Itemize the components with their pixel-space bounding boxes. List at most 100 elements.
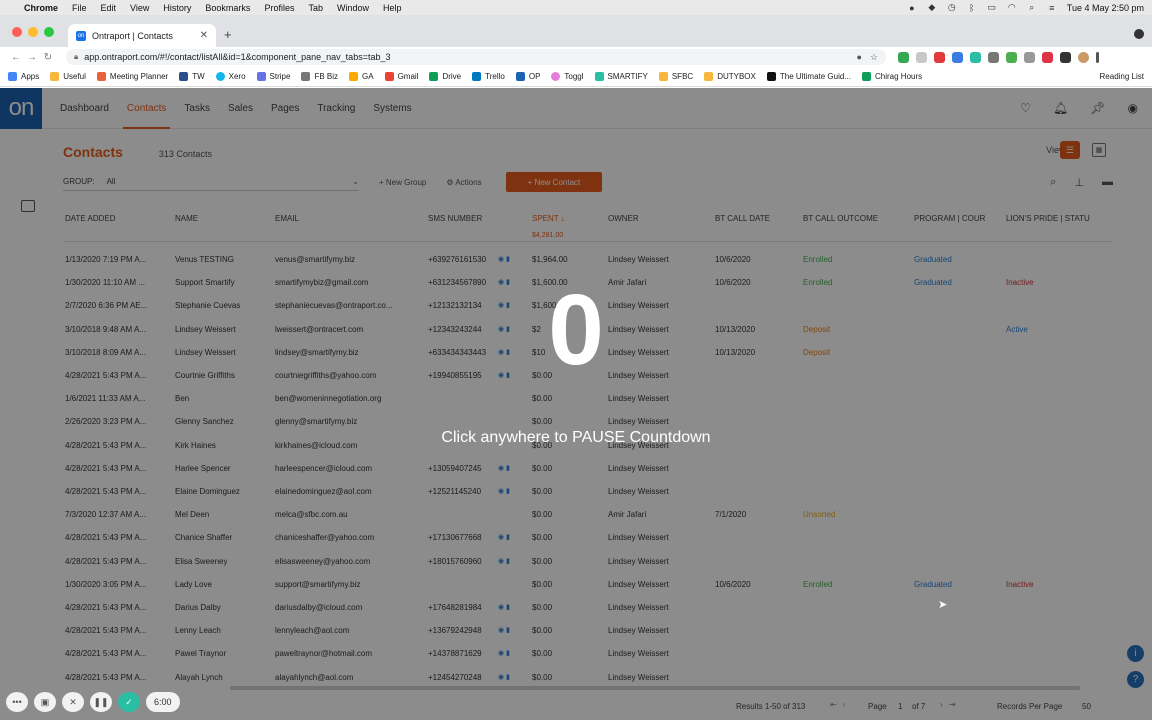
reading-list[interactable]: Reading List (1100, 72, 1144, 81)
mouse-cursor-icon: ➤ (938, 599, 948, 611)
more-options-icon[interactable]: ••• (6, 692, 28, 712)
clock-icon[interactable]: ◷ (947, 2, 957, 13)
bookmark-meeting-planner[interactable]: Meeting Planner (96, 72, 169, 81)
bookmarks-bar: Apps Useful Meeting Planner TW Xero Stri… (0, 67, 1152, 87)
tab-search-icon[interactable] (1134, 29, 1144, 39)
address-bar[interactable]: 🔒︎ app.ontraport.com/#!/contact/listAll&… (66, 49, 886, 65)
reload-icon[interactable]: ↻ (40, 52, 56, 63)
browser-tab-active[interactable]: on Ontraport | Contacts ✕ (68, 24, 216, 47)
url-text[interactable]: app.ontraport.com/#!/contact/listAll&id=… (84, 52, 390, 62)
bookmark-label: Gmail (397, 72, 419, 81)
extension-icon[interactable] (1042, 51, 1053, 63)
menubar-clock[interactable]: Tue 4 May 2:50 pm (1067, 3, 1144, 13)
menu-help[interactable]: Help (383, 3, 402, 13)
analytics-icon (349, 72, 358, 81)
bookmark-star-icon[interactable]: ☆ (870, 52, 878, 63)
bookmark-smartify[interactable]: SMARTIFY (594, 72, 648, 81)
recording-countdown-overlay[interactable] (0, 88, 1152, 720)
menu-window[interactable]: Window (337, 3, 369, 13)
folder-icon (704, 72, 714, 81)
forward-icon[interactable]: → (24, 52, 40, 63)
menu-file[interactable]: File (72, 3, 87, 13)
menu-profiles[interactable]: Profiles (264, 3, 294, 13)
reading-list-label: Reading List (1099, 72, 1144, 81)
bookmark-dutybox[interactable]: DUTYBOX (704, 72, 756, 81)
bookmark-ultimate-guide[interactable]: The Ultimate Guid... (766, 72, 851, 81)
back-icon[interactable]: ← (8, 52, 24, 63)
voice-search-icon[interactable]: ● (856, 52, 861, 63)
browser-toolbar: ← → ↻ 🔒︎ app.ontraport.com/#!/contact/li… (0, 47, 1152, 67)
bookmark-drive[interactable]: Drive (429, 72, 461, 81)
extension-icon[interactable] (988, 51, 999, 63)
extension-icon[interactable] (952, 51, 963, 63)
bookmark-label: Toggl (564, 72, 584, 81)
toggl-icon (551, 72, 561, 81)
wifi-icon[interactable]: ◠ (1007, 2, 1017, 13)
microphone-icon[interactable]: ● (907, 3, 917, 13)
bookmark-ga[interactable]: GA (349, 72, 374, 81)
battery-icon[interactable]: ▭ (987, 2, 997, 13)
bookmark-toggl[interactable]: Toggl (551, 72, 584, 81)
pause-countdown-message[interactable]: Click anywhere to PAUSE Countdown (0, 429, 1152, 447)
bookmark-useful[interactable]: Useful (50, 72, 86, 81)
bookmark-label: Useful (63, 72, 86, 81)
bookmark-gmail[interactable]: Gmail (384, 72, 419, 81)
delete-icon[interactable]: ✕ (62, 692, 84, 712)
extension-icon[interactable] (898, 51, 909, 63)
bookmark-chirag-hours[interactable]: Chirag Hours (862, 72, 922, 81)
menu-view[interactable]: View (130, 3, 149, 13)
spotlight-search-icon[interactable]: ⌕ (1027, 2, 1037, 13)
ultimate-guide-icon (766, 72, 776, 81)
bookmark-stripe[interactable]: Stripe (256, 72, 291, 81)
lock-icon[interactable]: 🔒︎ (74, 52, 78, 62)
gmail-icon (384, 72, 394, 81)
bookmark-fb-biz[interactable]: FB Biz (301, 72, 338, 81)
new-tab-icon[interactable]: + (224, 27, 232, 42)
bookmark-label: Trello (485, 72, 505, 81)
shield-icon[interactable]: ◆ (927, 2, 937, 13)
ontraport-favicon-icon: on (76, 30, 86, 41)
bookmark-label: Meeting Planner (109, 72, 169, 81)
extension-icons (898, 51, 1099, 63)
bookmark-xero[interactable]: Xero (215, 72, 246, 81)
bluetooth-icon[interactable]: ᛒ (967, 3, 977, 13)
folder-icon (658, 72, 668, 81)
extension-icon[interactable] (916, 51, 927, 63)
extension-icon[interactable] (934, 51, 945, 63)
pause-icon[interactable]: ❚❚ (90, 692, 112, 712)
extension-icon[interactable] (1024, 51, 1035, 63)
maximize-window-button[interactable] (44, 27, 54, 37)
chrome-menu-icon[interactable] (1096, 51, 1099, 63)
bookmark-label: OP (528, 72, 541, 81)
minimize-window-button[interactable] (28, 27, 38, 37)
menu-history[interactable]: History (163, 3, 191, 13)
bookmark-trello[interactable]: Trello (472, 72, 505, 81)
drive-icon (429, 72, 439, 81)
url-actions: ● ☆ (856, 52, 878, 63)
menu-edit[interactable]: Edit (101, 3, 117, 13)
camera-icon[interactable]: ▣ (34, 692, 56, 712)
finish-recording-icon[interactable]: ✓ (118, 692, 140, 712)
apps-grid-icon (8, 72, 17, 81)
menu-bookmarks[interactable]: Bookmarks (205, 3, 250, 13)
bookmark-label: Stripe (269, 72, 291, 81)
close-tab-icon[interactable]: ✕ (200, 30, 208, 41)
bookmark-tw[interactable]: TW (179, 72, 205, 81)
extensions-puzzle-icon[interactable] (1060, 51, 1071, 63)
stripe-icon (256, 72, 266, 81)
macos-menubar: Chrome File Edit View History Bookmarks … (0, 0, 1152, 15)
profile-avatar[interactable] (1078, 51, 1089, 63)
extension-icon[interactable] (970, 51, 981, 63)
bookmark-sfbc[interactable]: SFBC (658, 72, 694, 81)
bookmark-apps[interactable]: Apps (8, 72, 39, 81)
bookmark-op[interactable]: OP (515, 72, 541, 81)
control-center-icon[interactable]: ≡ (1047, 3, 1057, 13)
bookmark-label: Drive (442, 72, 462, 81)
countdown-number[interactable]: 0 (0, 280, 1152, 380)
menu-tab[interactable]: Tab (308, 3, 323, 13)
xero-icon (215, 72, 225, 81)
extension-icon[interactable] (1006, 51, 1017, 63)
menu-app-name[interactable]: Chrome (24, 3, 58, 13)
close-window-button[interactable] (12, 27, 22, 37)
bookmark-label: SFBC (671, 72, 694, 81)
